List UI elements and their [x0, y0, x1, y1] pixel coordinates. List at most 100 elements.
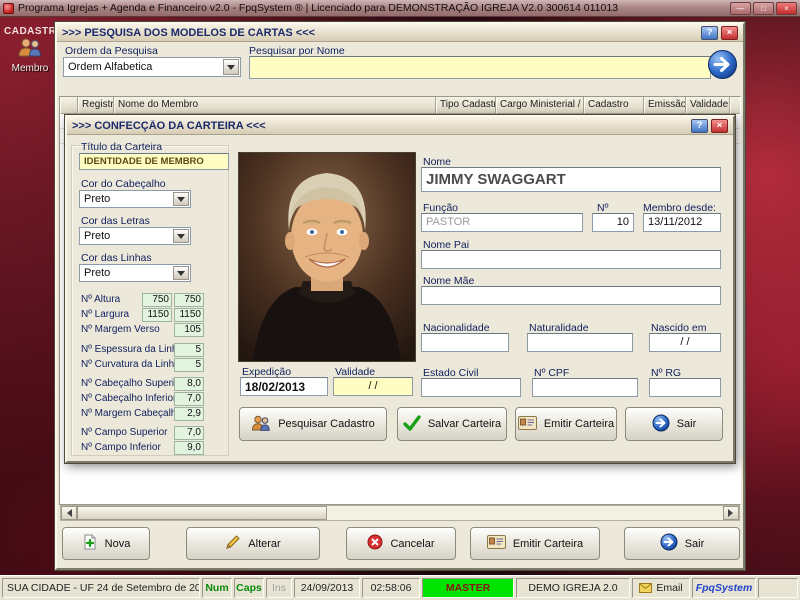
envelope-icon [639, 583, 653, 593]
pencil-icon [225, 534, 241, 553]
nova-button[interactable]: Nova [62, 527, 150, 560]
nome-mae-field[interactable] [421, 286, 721, 305]
metric-input[interactable]: 750 [142, 293, 172, 307]
nacionalidade-field[interactable] [421, 333, 509, 352]
horizontal-scrollbar[interactable] [60, 505, 740, 521]
nome-field[interactable]: JIMMY SWAGGART [421, 167, 721, 192]
search-name-input[interactable] [249, 56, 711, 79]
status-date: 24/09/2013 [294, 578, 360, 598]
cor-cabecalho-label: Cor do Cabeçalho [81, 178, 166, 190]
metric-input[interactable]: 8,0 [174, 377, 204, 391]
scrollbar-thumb[interactable] [77, 506, 327, 520]
metric-espessura: Nº Espessura da Linha 5 [67, 343, 227, 357]
maximize-button[interactable]: □ [753, 1, 774, 15]
metric-input[interactable]: 7,0 [174, 426, 204, 440]
check-icon [403, 414, 421, 434]
search-close-button[interactable]: × [721, 25, 738, 40]
card-dialog: >>> CONFECÇÃO DA CARTEIRA <<< ? × Título… [64, 114, 736, 464]
chevron-down-icon[interactable] [173, 266, 189, 280]
metric-curvatura: Nº Curvatura da Linha 5 [67, 358, 227, 372]
titulo-carteira-field[interactable]: IDENTIDADE DE MEMBRO [79, 153, 229, 170]
card-dialog-titlebar: >>> CONFECÇÃO DA CARTEIRA <<< ? × [67, 117, 733, 135]
pesquisar-cadastro-button[interactable]: Pesquisar Cadastro [239, 407, 387, 441]
card-dialog-title: >>> CONFECÇÃO DA CARTEIRA <<< [72, 119, 266, 132]
emitir-carteira-dialog-button[interactable]: Emitir Carteira [515, 407, 617, 441]
sair-dialog-button[interactable]: Sair [625, 407, 723, 441]
grid-header-validade[interactable]: Validade [686, 97, 730, 114]
validade-field[interactable]: / / [333, 377, 413, 396]
search-window-titlebar: >>> PESQUISA DOS MODELOS DE CARTAS <<< ?… [57, 24, 743, 42]
status-location: SUA CIDADE - UF 24 de Setembro de 2013 -… [2, 578, 200, 598]
sair-button[interactable]: Sair [624, 527, 740, 560]
grid-header-nome[interactable]: Nome do Membro [114, 97, 436, 114]
chevron-down-icon[interactable] [223, 59, 239, 75]
status-user: MASTER [422, 578, 514, 598]
order-select-value: Ordem Alfabetica [68, 61, 153, 73]
metric-input[interactable]: 750 [174, 293, 204, 307]
metric-input[interactable]: 105 [174, 323, 204, 337]
card-help-button[interactable]: ? [691, 118, 708, 133]
grid-header-emissao[interactable]: Emissão [644, 97, 686, 114]
chevron-down-icon[interactable] [173, 229, 189, 243]
metric-largura: Nº Largura 1150 1150 [67, 308, 227, 322]
nome-pai-field[interactable] [421, 250, 721, 269]
metric-cabecalho-superior: Nº Cabeçalho Superior 8,0 [67, 377, 227, 391]
new-icon [82, 534, 98, 553]
scroll-right-icon[interactable] [723, 506, 739, 520]
status-company: DEMO IGREJA 2.0 [516, 578, 630, 598]
cor-linhas-label: Cor das Linhas [81, 252, 152, 264]
status-caps: Caps [234, 578, 264, 598]
status-filler [758, 578, 798, 598]
metric-cabecalho-inferior: Nº Cabeçalho Inferior 7,0 [67, 392, 227, 406]
main-window-title: Programa Igrejas + Agenda e Financeiro v… [18, 2, 619, 14]
cor-linhas-select[interactable]: Preto [79, 264, 191, 282]
grid-header-tipo[interactable]: Tipo Cadastro [436, 97, 496, 114]
search-go-button[interactable] [707, 49, 738, 80]
nascido-em-field[interactable]: / / [649, 333, 721, 352]
status-email[interactable]: Email [632, 578, 690, 598]
metric-input[interactable]: 9,0 [174, 441, 204, 455]
status-num: Num [202, 578, 232, 598]
metric-input[interactable]: 7,0 [174, 392, 204, 406]
exit-arrow-icon [660, 533, 678, 554]
naturalidade-field[interactable] [527, 333, 633, 352]
minimize-button[interactable]: — [730, 1, 751, 15]
close-button[interactable]: × [776, 1, 797, 15]
search-help-button[interactable]: ? [701, 25, 718, 40]
metric-input[interactable]: 5 [174, 343, 204, 357]
app-icon [3, 2, 14, 14]
estado-civil-field[interactable] [421, 378, 521, 397]
cor-letras-select[interactable]: Preto [79, 227, 191, 245]
metric-input[interactable]: 5 [174, 358, 204, 372]
alterar-button[interactable]: Alterar [186, 527, 320, 560]
chevron-down-icon[interactable] [173, 192, 189, 206]
cancelar-button[interactable]: Cancelar [346, 527, 456, 560]
grid-header-registro[interactable]: Registro [78, 97, 114, 114]
metric-input[interactable]: 2,9 [174, 407, 204, 421]
metric-altura: Nº Altura 750 750 [67, 293, 227, 307]
membro-desde-field[interactable]: 13/11/2012 [643, 213, 721, 232]
grid-header-cadastro[interactable]: Cadastro [584, 97, 644, 114]
cpf-field[interactable] [532, 378, 638, 397]
salvar-carteira-button[interactable]: Salvar Carteira [397, 407, 507, 441]
status-brand: FpqSystem [692, 578, 756, 598]
expedicao-field[interactable]: 18/02/2013 [240, 377, 328, 396]
cor-cabecalho-select[interactable]: Preto [79, 190, 191, 208]
metric-margem-cabecalho: Nº Margem Cabeçalho 2,9 [67, 407, 227, 421]
metric-input[interactable]: 1150 [142, 308, 172, 322]
grid-header-cargo[interactable]: Cargo Ministerial / Função [496, 97, 584, 114]
main-titlebar: Programa Igrejas + Agenda e Financeiro v… [0, 0, 800, 17]
cor-letras-label: Cor das Letras [81, 215, 150, 227]
metric-input[interactable]: 1150 [174, 308, 204, 322]
statusbar: SUA CIDADE - UF 24 de Setembro de 2013 -… [0, 575, 800, 600]
scroll-left-icon[interactable] [61, 506, 77, 520]
funcao-field[interactable]: PASTOR [421, 213, 583, 232]
rg-field[interactable] [649, 378, 721, 397]
card-close-button[interactable]: × [711, 118, 728, 133]
members-icon [251, 415, 271, 434]
emitir-carteira-button[interactable]: Emitir Carteira [470, 527, 600, 560]
numero-field[interactable]: 10 [592, 213, 634, 232]
toolbar-membro-label: Membro [11, 63, 49, 74]
toolbar-item-membro[interactable]: Membro [6, 37, 54, 74]
order-select[interactable]: Ordem Alfabetica [63, 57, 241, 77]
